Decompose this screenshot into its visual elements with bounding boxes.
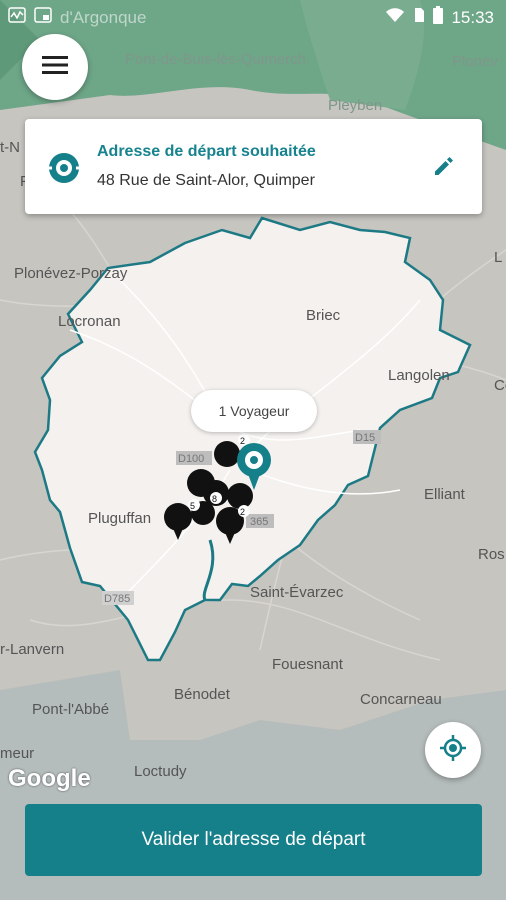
status-left: d'Argonque <box>8 6 146 29</box>
pencil-edit-icon[interactable] <box>432 154 456 183</box>
marker-count: 8 <box>212 494 217 504</box>
road-label: D785 <box>104 593 130 605</box>
place-label: Briec <box>306 307 341 324</box>
place-label: Fouesnant <box>272 656 344 673</box>
my-location-icon <box>439 734 467 767</box>
place-label: L <box>494 249 502 266</box>
screenshot-icon <box>34 6 52 29</box>
status-right: 15:33 <box>385 6 494 29</box>
place-label: Concarneau <box>360 691 442 708</box>
place-label: Bénodet <box>174 686 231 703</box>
place-label: meur <box>0 745 34 762</box>
place-label: Pleyben <box>328 97 382 114</box>
address-card-title: Adresse de départ souhaitée <box>97 143 316 160</box>
place-label: Pont-l'Abbé <box>32 701 109 718</box>
sim-icon <box>413 7 425 28</box>
activity-icon <box>8 6 26 29</box>
road-label: D100 <box>178 453 204 465</box>
place-label: Pluguffan <box>88 510 151 527</box>
place-label: Plonév <box>452 53 498 70</box>
place-label: Saint-Évarzec <box>250 584 344 601</box>
status-bar: d'Argonque 15:33 <box>0 0 506 34</box>
my-location-button[interactable] <box>425 722 481 778</box>
faded-map-label: d'Argonque <box>60 7 147 27</box>
clock: 15:33 <box>451 7 494 27</box>
google-attribution: Google <box>8 765 91 792</box>
road-label: D15 <box>355 432 375 444</box>
place-label: Locronan <box>58 313 121 330</box>
place-label: Ros <box>478 546 505 563</box>
place-label: t-N <box>0 139 20 156</box>
place-label: Pont-de-Buis-lès-Quimerch <box>125 51 306 68</box>
validate-departure-button[interactable]: Valider l'adresse de départ <box>25 804 482 876</box>
menu-button[interactable] <box>22 34 88 100</box>
hamburger-menu-icon <box>42 55 68 80</box>
marker-count: 2 <box>240 436 245 446</box>
place-label: Plonévez-Porzay <box>14 265 128 282</box>
marker-count: 5 <box>190 501 195 511</box>
place-label: Co <box>494 377 506 394</box>
place-label: Langolen <box>388 367 450 384</box>
place-label: Loctudy <box>134 763 187 780</box>
traveller-count-bubble: 1 Voyageur <box>191 390 317 432</box>
battery-icon <box>433 6 444 29</box>
departure-address-card[interactable]: Adresse de départ souhaitée 48 Rue de Sa… <box>25 119 482 214</box>
wifi-icon <box>385 7 405 28</box>
marker-count: 2 <box>240 507 245 517</box>
place-label: r-Lanvern <box>0 641 64 658</box>
road-label: 365 <box>250 516 268 528</box>
departure-address: 48 Rue de Saint-Alor, Quimper <box>97 172 315 189</box>
location-target-icon <box>47 151 81 190</box>
place-label: Elliant <box>424 486 466 503</box>
